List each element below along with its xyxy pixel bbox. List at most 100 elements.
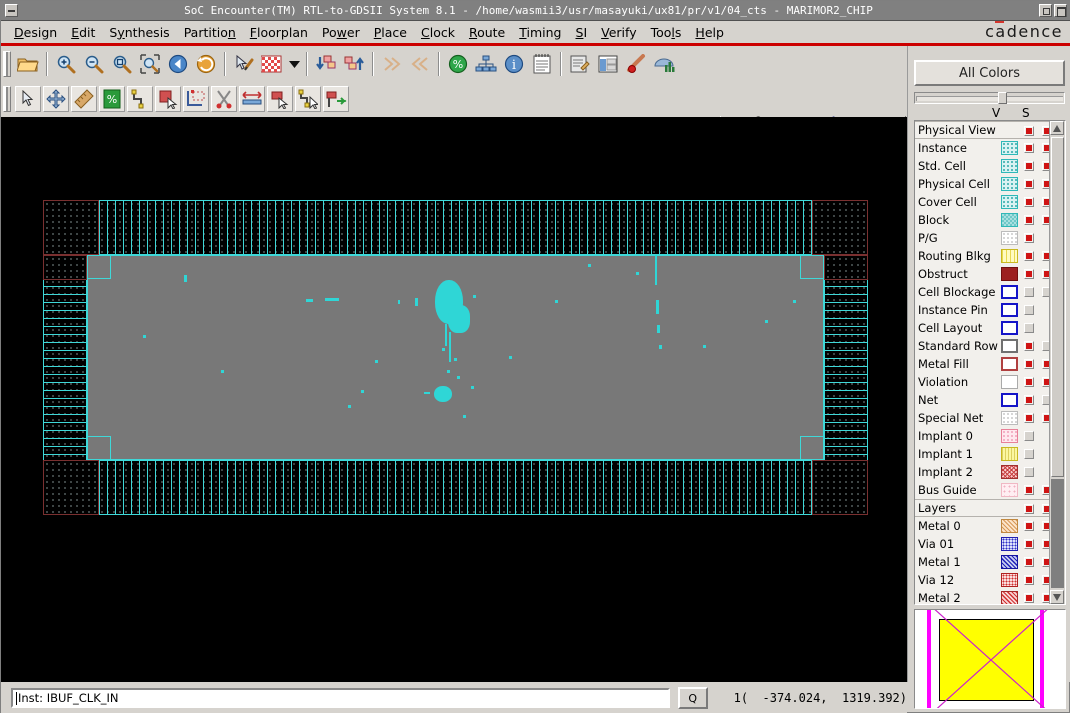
- menu-route[interactable]: Route: [462, 23, 512, 42]
- window-split-icon[interactable]: [595, 50, 621, 77]
- layer-visibility-checkbox[interactable]: [1024, 593, 1034, 603]
- percent-globe-icon[interactable]: %: [445, 50, 471, 77]
- split-wire-icon[interactable]: [267, 85, 293, 112]
- layer-visibility-checkbox[interactable]: [1024, 504, 1034, 514]
- layer-row-metal-2[interactable]: Metal 2: [915, 589, 1049, 604]
- layer-row-special-net[interactable]: Special Net: [915, 409, 1049, 427]
- info-icon[interactable]: i: [501, 50, 527, 77]
- menu-help[interactable]: Help: [688, 23, 731, 42]
- layer-row-via-12[interactable]: Via 12: [915, 571, 1049, 589]
- report-icon[interactable]: [567, 50, 593, 77]
- menu-synthesis[interactable]: Synthesis: [102, 23, 176, 42]
- layer-row-instance[interactable]: Instance: [915, 139, 1049, 157]
- toolbar-grip[interactable]: [3, 50, 11, 77]
- menu-design[interactable]: Design: [7, 23, 64, 42]
- layer-visibility-checkbox[interactable]: [1024, 179, 1034, 189]
- layer-visibility-checkbox[interactable]: [1024, 377, 1034, 387]
- layer-visibility-checkbox[interactable]: [1024, 197, 1034, 207]
- layer-visibility-checkbox[interactable]: [1024, 431, 1034, 441]
- layer-selectability-checkbox[interactable]: [1042, 126, 1049, 136]
- select-area-icon[interactable]: [155, 85, 181, 112]
- design-thumbnail[interactable]: [914, 609, 1066, 709]
- scrollbar-trough[interactable]: [1051, 479, 1064, 588]
- add-via-icon[interactable]: [295, 85, 321, 112]
- layer-row-metal-0[interactable]: Metal 0: [915, 517, 1049, 535]
- layer-row-p-g[interactable]: P/G: [915, 229, 1049, 247]
- layer-selectability-checkbox[interactable]: [1042, 557, 1049, 567]
- route-wire-icon[interactable]: [127, 85, 153, 112]
- layer-color-swatch[interactable]: [1001, 375, 1018, 389]
- density-icon[interactable]: %: [99, 85, 125, 112]
- layer-color-swatch[interactable]: [1001, 465, 1018, 479]
- brightness-slider[interactable]: [914, 92, 1065, 104]
- layer-visibility-checkbox[interactable]: [1024, 485, 1034, 495]
- layer-row-implant-1[interactable]: Implant 1: [915, 445, 1049, 463]
- menu-si[interactable]: SI: [569, 23, 595, 42]
- layer-row-violation[interactable]: Violation: [915, 373, 1049, 391]
- layer-visibility-checkbox[interactable]: [1024, 539, 1034, 549]
- query-button[interactable]: Q: [677, 687, 708, 709]
- layer-row-via-01[interactable]: Via 01: [915, 535, 1049, 553]
- slider-thumb[interactable]: [998, 92, 1008, 104]
- layer-selectability-checkbox[interactable]: [1042, 485, 1049, 495]
- layer-selectability-checkbox[interactable]: [1042, 413, 1049, 423]
- layer-selectability-checkbox[interactable]: [1042, 395, 1049, 405]
- layer-visibility-checkbox[interactable]: [1024, 395, 1034, 405]
- layer-list[interactable]: Physical View Instance Std. Cell Physical C…: [914, 120, 1066, 605]
- fast-forward-icon[interactable]: [379, 50, 405, 77]
- stretch-icon[interactable]: [239, 85, 265, 112]
- zoom-in-icon[interactable]: [53, 50, 79, 77]
- layer-row-metal-fill[interactable]: Metal Fill: [915, 355, 1049, 373]
- undo-view-icon[interactable]: [165, 50, 191, 77]
- layer-color-swatch[interactable]: [1001, 159, 1018, 173]
- menu-floorplan[interactable]: Floorplan: [243, 23, 315, 42]
- layer-color-swatch[interactable]: [1001, 429, 1018, 443]
- layer-row-std-cell[interactable]: Std. Cell: [915, 157, 1049, 175]
- layer-color-swatch[interactable]: [1001, 591, 1018, 604]
- layer-row-physical-view[interactable]: Physical View: [915, 121, 1049, 139]
- layer-visibility-checkbox[interactable]: [1024, 521, 1034, 531]
- layer-visibility-checkbox[interactable]: [1024, 215, 1034, 225]
- open-design-icon[interactable]: [15, 50, 41, 77]
- layer-visibility-checkbox[interactable]: [1024, 143, 1034, 153]
- select-arrow-icon[interactable]: [15, 85, 41, 112]
- layer-selectability-checkbox[interactable]: [1042, 539, 1049, 549]
- layer-row-implant-2[interactable]: Implant 2: [915, 463, 1049, 481]
- layer-color-swatch[interactable]: [1001, 321, 1018, 335]
- layer-row-routing-blkg[interactable]: Routing Blkg: [915, 247, 1049, 265]
- layer-selectability-checkbox[interactable]: [1042, 575, 1049, 585]
- color-palette-icon[interactable]: [259, 50, 285, 77]
- menu-edit[interactable]: Edit: [64, 23, 102, 42]
- scrollbar-thumb[interactable]: [1051, 137, 1064, 477]
- layer-color-swatch[interactable]: [1001, 573, 1018, 587]
- layer-row-cell-blockage[interactable]: Cell Blockage: [915, 283, 1049, 301]
- layer-selectability-checkbox[interactable]: [1042, 161, 1049, 171]
- layer-visibility-checkbox[interactable]: [1024, 413, 1034, 423]
- layer-color-swatch[interactable]: [1001, 285, 1018, 299]
- layer-visibility-checkbox[interactable]: [1024, 161, 1034, 171]
- layer-visibility-checkbox[interactable]: [1024, 359, 1034, 369]
- ruler-icon[interactable]: [71, 85, 97, 112]
- redo-view-icon[interactable]: [193, 50, 219, 77]
- layer-selectability-checkbox[interactable]: [1042, 359, 1049, 369]
- menu-partition[interactable]: Partition: [177, 23, 243, 42]
- menu-tools[interactable]: Tools: [644, 23, 689, 42]
- toolbar-grip-2[interactable]: [3, 85, 11, 112]
- layer-visibility-checkbox[interactable]: [1024, 467, 1034, 477]
- layer-row-bus-guide[interactable]: Bus Guide: [915, 481, 1049, 499]
- window-menu-icon[interactable]: [5, 4, 18, 17]
- layer-selectability-checkbox[interactable]: [1042, 377, 1049, 387]
- layer-row-layers[interactable]: Layers: [915, 499, 1049, 517]
- export-design-icon[interactable]: [341, 50, 367, 77]
- attach-net-icon[interactable]: [323, 85, 349, 112]
- layer-selectability-checkbox[interactable]: [1042, 287, 1049, 297]
- layer-visibility-checkbox[interactable]: [1024, 323, 1034, 333]
- layer-visibility-checkbox[interactable]: [1024, 305, 1034, 315]
- layer-color-swatch[interactable]: [1001, 483, 1018, 497]
- layer-color-swatch[interactable]: [1001, 267, 1018, 281]
- layer-row-standard-row[interactable]: Standard Row: [915, 337, 1049, 355]
- layer-selectability-checkbox[interactable]: [1042, 215, 1049, 225]
- palette-dropdown-icon[interactable]: [287, 50, 301, 77]
- move-icon[interactable]: [43, 85, 69, 112]
- minimize-icon[interactable]: [1039, 4, 1052, 17]
